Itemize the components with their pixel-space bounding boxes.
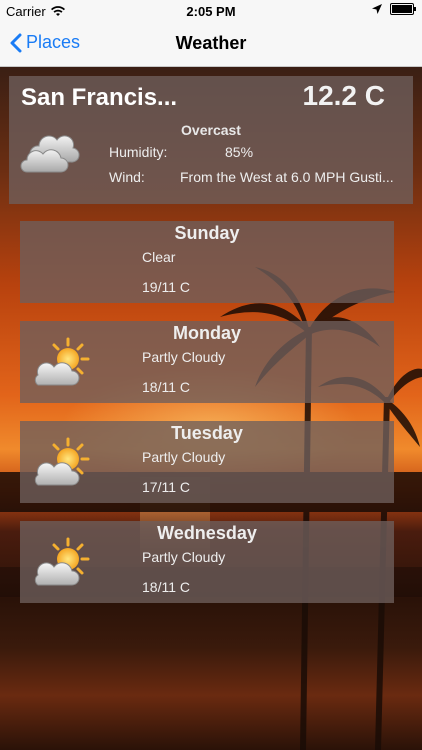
status-right	[372, 3, 416, 15]
forecast-condition: Clear	[142, 249, 176, 265]
partly-cloudy-icon	[32, 437, 92, 494]
current-weather-card: San Francis... 12.2 C Overcast Humidity:…	[9, 76, 413, 204]
current-temperature: 12.2 C	[302, 80, 386, 111]
wind-label: Wind:	[109, 169, 145, 185]
location-arrow-icon	[372, 4, 382, 14]
partly-cloudy-icon	[32, 537, 92, 594]
battery-icon	[390, 3, 416, 15]
forecast-condition: Partly Cloudy	[142, 349, 226, 365]
partly-cloudy-icon	[32, 337, 92, 394]
forecast-condition: Partly Cloudy	[142, 449, 226, 465]
current-condition: Overcast	[181, 122, 241, 138]
forecast-temperature-range: 17/11 C	[142, 479, 190, 495]
forecast-condition: Partly Cloudy	[142, 549, 226, 565]
forecast-temperature-range: 18/11 C	[142, 379, 190, 395]
navigation-bar: Places Weather	[0, 22, 422, 67]
forecast-card-wednesday[interactable]: Wednesday Partly Cloudy 18/11 C	[20, 521, 394, 603]
status-time: 2:05 PM	[186, 4, 236, 19]
status-bar: Carrier 2:05 PM	[0, 0, 422, 22]
page-title: Weather	[175, 33, 247, 53]
city-name: San Francis...	[21, 84, 178, 111]
forecast-day: Sunday	[174, 223, 240, 243]
forecast-temperature-range: 19/11 C	[142, 279, 190, 295]
humidity-value: 85%	[225, 144, 254, 160]
forecast-temperature-range: 18/11 C	[142, 579, 190, 595]
forecast-card-sunday[interactable]: Sunday Clear 19/11 C	[20, 221, 394, 303]
forecast-card-tuesday[interactable]: Tuesday Partly Cloudy 17/11 C	[20, 421, 394, 503]
forecast-card-monday[interactable]: Monday Partly Cloudy 18/11 C	[20, 321, 394, 403]
wind-value: From the West at 6.0 MPH Gusti...	[180, 169, 394, 185]
humidity-label: Humidity:	[109, 144, 168, 160]
